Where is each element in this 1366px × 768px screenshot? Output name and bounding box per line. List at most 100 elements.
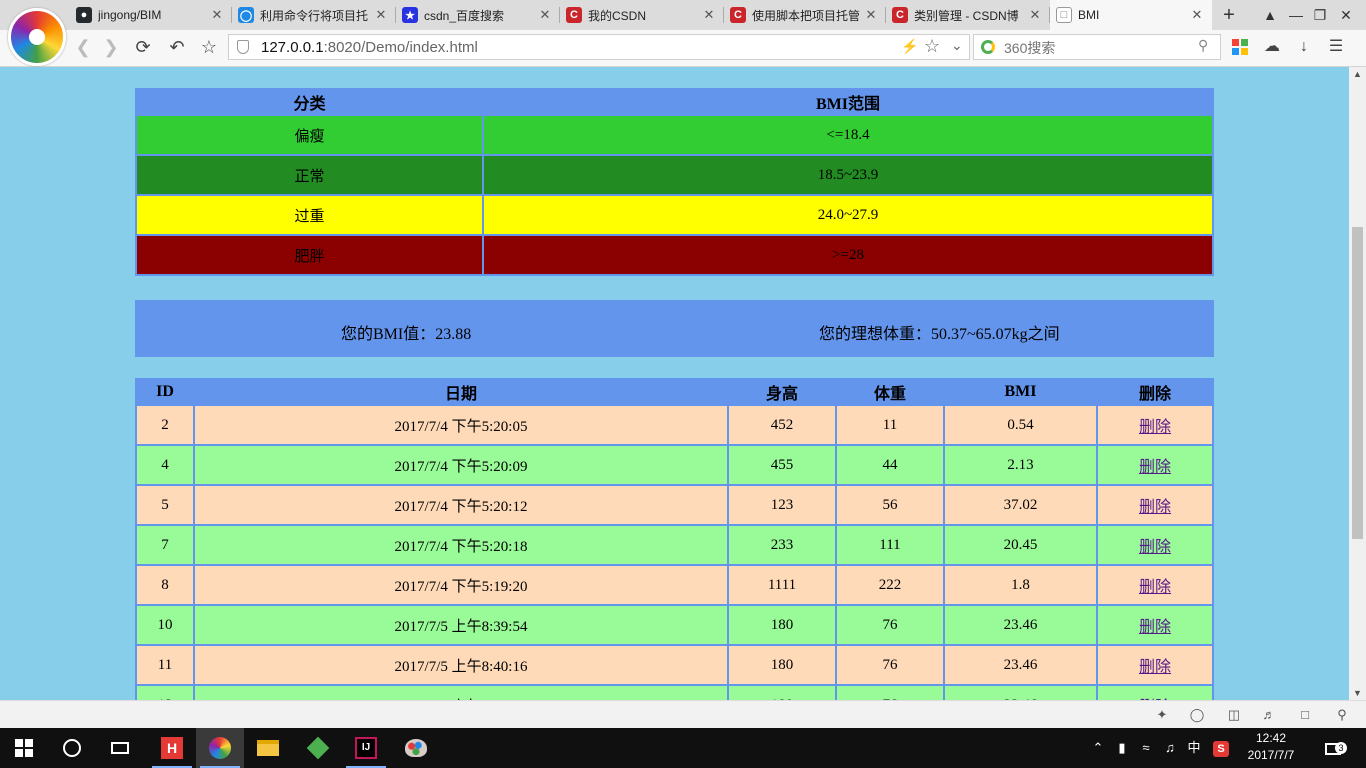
page-viewport: 分类 BMI范围 偏瘦 <=18.4 正常 18.5~23.9 过重 24.0~27.9 肥… [0, 67, 1349, 700]
weight-cell: 11 [835, 404, 945, 446]
date-cell: 2017/7/4 下午5:19:20 [193, 564, 729, 606]
browser-tab[interactable]: ★ csdn_百度搜索 ✕ [396, 0, 560, 30]
delete-link[interactable]: 删除 [1139, 619, 1171, 636]
close-window-button[interactable]: ✕ [1334, 0, 1358, 30]
search-input[interactable] [1002, 37, 1196, 59]
skin-icon[interactable]: ▲ [1258, 0, 1282, 30]
intellij-icon[interactable]: IJ [342, 728, 390, 768]
cortana-icon[interactable] [48, 728, 96, 768]
windows-start-icon[interactable] [0, 728, 48, 768]
notification-count: 3 [1335, 742, 1347, 754]
bmi-cell: 1.8 [943, 564, 1098, 606]
date-cell: 2017/7/4 下午5:20:05 [193, 404, 729, 446]
forward-icon[interactable]: ❯ [100, 36, 122, 58]
minimize-button[interactable]: — [1284, 0, 1308, 30]
table-row: 11 2017/7/5 上午8:40:16 180 76 23.46 删除 [135, 644, 1214, 686]
new-tab-button[interactable]: + [1216, 2, 1242, 28]
delete-link[interactable]: 删除 [1139, 459, 1171, 476]
scrollbar-thumb[interactable] [1352, 227, 1363, 539]
back-icon[interactable]: ❮ [72, 36, 94, 58]
tray-expand-icon[interactable]: ⌃ [1090, 728, 1106, 768]
git-icon[interactable] [294, 728, 342, 768]
refresh-icon[interactable]: ⟳ [132, 36, 154, 58]
category-table-body: 偏瘦 <=18.4 正常 18.5~23.9 过重 24.0~27.9 肥胖 >=28 [135, 114, 1214, 276]
vertical-scrollbar[interactable]: ▲ ▼ [1349, 67, 1366, 700]
weight-cell: 76 [835, 644, 945, 686]
browser-status-bar: ✦ ◯ ◫ ♬ □ ⚲ [0, 700, 1366, 728]
table-row: 7 2017/7/4 下午5:20:18 233 111 20.45 删除 [135, 524, 1214, 566]
table-row: 8 2017/7/4 下午5:19:20 1111 222 1.8 删除 [135, 564, 1214, 606]
delete-link[interactable]: 删除 [1139, 539, 1171, 556]
speed-mode-icon[interactable]: ⚡ [901, 38, 918, 55]
weight-header: 体重 [835, 378, 945, 406]
browser-logo-icon[interactable] [8, 8, 66, 66]
ime-indicator[interactable]: 中 [1184, 728, 1204, 768]
delete-link[interactable]: 删除 [1139, 499, 1171, 516]
download-icon[interactable]: ↓ [1294, 37, 1314, 57]
delete-cell: 删除 [1096, 444, 1214, 486]
id-cell: 5 [135, 484, 195, 526]
height-cell: 1111 [727, 564, 837, 606]
volume-icon[interactable]: ♬ [1260, 706, 1278, 724]
address-bar[interactable]: 127.0.0.1:8020/Demo/index.html ⚡ ☆ ⌄ [228, 34, 970, 60]
paint-icon[interactable] [392, 728, 440, 768]
trash-icon[interactable]: ◫ [1225, 706, 1243, 724]
browser-tab[interactable]: C 我的CSDN ✕ [560, 0, 724, 30]
zoom-icon[interactable]: ⚲ [1333, 706, 1351, 724]
browser-tab[interactable]: ● jingong/BIM ✕ [70, 0, 232, 30]
browser-tab[interactable]: C 类别管理 - CSDN博 ✕ [886, 0, 1050, 30]
file-explorer-icon[interactable] [244, 728, 292, 768]
search-icon[interactable]: ⚲ [1198, 37, 1208, 54]
csdn-icon: C [566, 7, 582, 23]
360-browser-task-icon[interactable] [196, 728, 244, 768]
speaker-icon[interactable]: ♫ [1160, 728, 1180, 768]
scroll-up-arrow-icon[interactable]: ▲ [1349, 69, 1366, 79]
apps-icon[interactable] [1232, 39, 1248, 55]
address-url[interactable]: 127.0.0.1:8020/Demo/index.html [261, 39, 478, 56]
tab-close-icon[interactable]: ✕ [700, 7, 718, 23]
delete-link[interactable]: 删除 [1139, 579, 1171, 596]
category-name-cell: 偏瘦 [135, 114, 484, 156]
tab-label: 类别管理 - CSDN博 [914, 8, 1019, 23]
search-box[interactable]: ⚲ [973, 34, 1221, 60]
category-name-cell: 肥胖 [135, 234, 484, 276]
wifi-icon[interactable]: ≈ [1136, 728, 1156, 768]
favorites-star-icon[interactable]: ☆ [198, 36, 220, 58]
tab-close-icon[interactable]: ✕ [1026, 7, 1044, 23]
bmi-category-table: 分类 BMI范围 偏瘦 <=18.4 正常 18.5~23.9 过重 24.0~27.9 肥… [135, 88, 1214, 276]
browser-tab[interactable]: □ BMI ✕ [1050, 0, 1212, 30]
scroll-down-arrow-icon[interactable]: ▼ [1349, 688, 1366, 698]
hbuilder-icon[interactable]: H [148, 728, 196, 768]
tab-close-icon[interactable]: ✕ [372, 7, 390, 23]
pin-icon[interactable]: ✦ [1153, 706, 1171, 724]
tab-close-icon[interactable]: ✕ [1188, 7, 1206, 23]
date-cell: 2017/7/5 上午8:40:26 [193, 684, 729, 700]
accelerate-icon[interactable]: ◯ [1188, 706, 1206, 724]
id-cell: 8 [135, 564, 195, 606]
delete-link[interactable]: 删除 [1139, 419, 1171, 436]
bookmark-star-icon[interactable]: ☆ [924, 36, 940, 57]
tab-close-icon[interactable]: ✕ [862, 7, 880, 23]
weight-cell: 111 [835, 524, 945, 566]
undo-close-icon[interactable]: ↶ [166, 36, 188, 58]
chevron-down-icon[interactable]: ⌄ [951, 37, 963, 54]
360-search-icon [981, 40, 995, 54]
browser-tab[interactable]: C 使用脚本把项目托管 ✕ [724, 0, 886, 30]
window-icon[interactable]: □ [1296, 706, 1314, 724]
notifications-icon[interactable]: 3 [1318, 728, 1348, 768]
id-cell: 12 [135, 684, 195, 700]
sogou-icon[interactable]: S [1210, 728, 1232, 768]
menu-icon[interactable]: ☰ [1326, 37, 1346, 57]
delete-header: 删除 [1096, 378, 1214, 406]
system-clock[interactable]: 12:42 2017/7/7 [1245, 730, 1297, 764]
battery-icon[interactable]: ▮ [1112, 728, 1132, 768]
browser-tab[interactable]: ◯ 利用命令行将项目托 ✕ [232, 0, 396, 30]
restore-button[interactable]: ❐ [1308, 0, 1332, 30]
tab-close-icon[interactable]: ✕ [208, 7, 226, 23]
category-row: 肥胖 >=28 [135, 234, 1214, 276]
delete-link[interactable]: 删除 [1139, 659, 1171, 676]
tab-close-icon[interactable]: ✕ [536, 7, 554, 23]
cloud-icon[interactable]: ☁ [1262, 37, 1282, 57]
tab-strip: ● jingong/BIM ✕ ◯ 利用命令行将项目托 ✕ ★ csdn_百度搜索 ✕ C 我的CS… [0, 0, 1366, 30]
task-view-icon[interactable] [96, 728, 144, 768]
